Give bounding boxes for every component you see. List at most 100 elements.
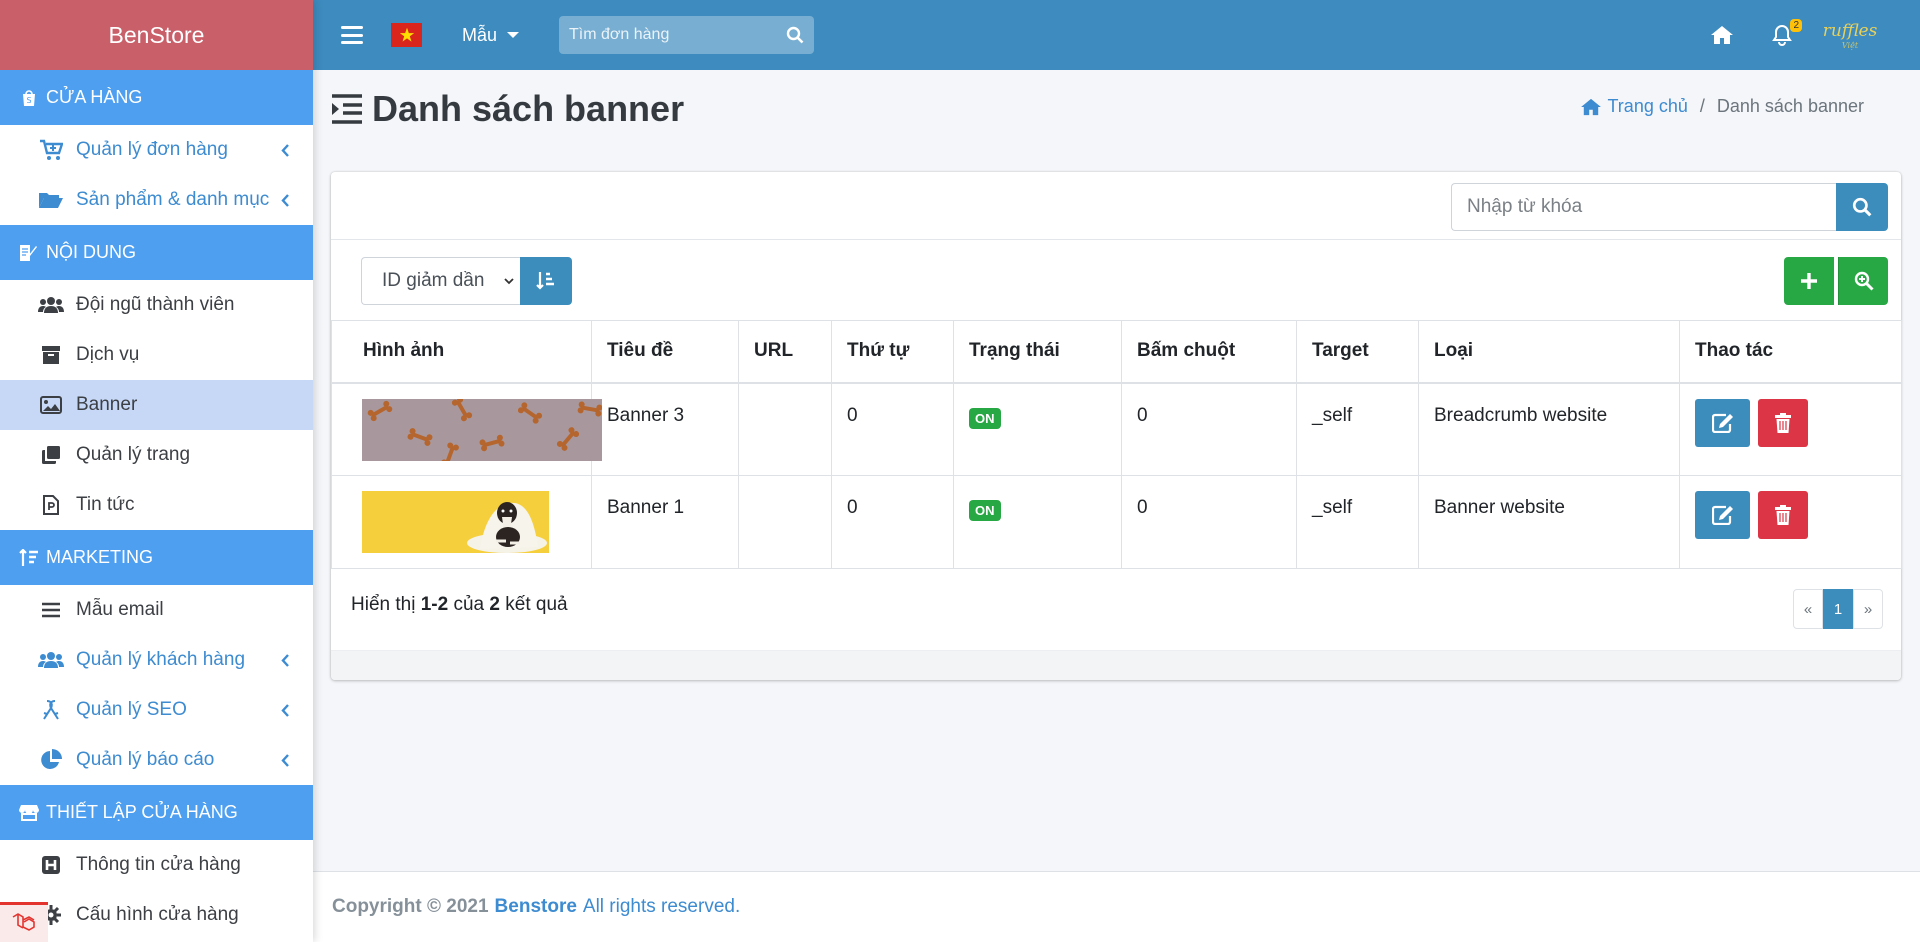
column-header[interactable]: Thứ tự [831, 320, 954, 384]
column-header[interactable]: URL [738, 320, 832, 384]
column-header[interactable]: Trạng thái [953, 320, 1122, 384]
pagination: « 1 » [1793, 589, 1883, 629]
column-header[interactable]: Tiêu đề [591, 320, 739, 384]
sidebar-item-label: Quản lý trang [76, 444, 191, 465]
chevron-left-icon [281, 753, 291, 767]
notification-count-badge: 2 [1790, 19, 1802, 32]
sidebar-item-seo[interactable]: Quản lý SEO [0, 685, 313, 735]
order-search-input[interactable] [559, 26, 777, 44]
status-cell: ON [953, 475, 1122, 569]
table-row: Banner 3 0 ON 0 _self Breadcrumb website [331, 382, 1902, 476]
sidebar-item-label: Dịch vụ [76, 344, 140, 365]
sidebar-item-label: Quản lý khách hàng [76, 649, 246, 670]
image-cell [331, 382, 602, 476]
pagination-prev[interactable]: « [1793, 589, 1823, 629]
advanced-search-button[interactable] [1838, 257, 1888, 305]
sort-select-value: ID giảm dần [382, 270, 485, 291]
section-header-thiet-lap: THIẾT LẬP CỬA HÀNG [0, 785, 313, 840]
banner-thumbnail-bones[interactable] [362, 398, 602, 461]
sidebar: BenStore S CỬA HÀNG Quản lý đơn hàng Sản… [0, 0, 313, 942]
sidebar-item-pages[interactable]: Quản lý trang [0, 430, 313, 480]
folder-open-icon [38, 188, 64, 212]
sidebar-item-label: Quản lý báo cáo [76, 749, 215, 770]
breadcrumb-home-label: Trang chủ [1607, 96, 1688, 116]
banner-table: Hình ảnh Tiêu đề URL Thứ tự Trạng thái B… [331, 320, 1902, 569]
logo-subtext: Việt [1841, 40, 1859, 50]
sidebar-item-label: Quản lý SEO [76, 699, 187, 720]
chevron-left-icon [281, 653, 291, 667]
summary-mid: của [453, 594, 485, 615]
bars-icon [38, 598, 64, 622]
keyword-search-input[interactable] [1451, 183, 1836, 231]
home-icon[interactable] [1708, 23, 1736, 47]
column-header[interactable]: Loại [1418, 320, 1680, 384]
sidebar-item-orders[interactable]: Quản lý đơn hàng [0, 125, 313, 175]
title-cell: Banner 1 [591, 475, 739, 569]
sidebar-item-services[interactable]: Dịch vụ [0, 330, 313, 380]
status-badge[interactable]: ON [969, 407, 1001, 429]
sidebar-item-reports[interactable]: Quản lý báo cáo [0, 735, 313, 785]
section-title: CỬA HÀNG [46, 87, 143, 107]
topbar-right: 2 ruffles Việt [1708, 0, 1920, 70]
user-avatar-logo[interactable]: ruffles Việt [1823, 7, 1878, 63]
breadcrumb-home[interactable]: Trang chủ [1580, 96, 1688, 117]
shopify-bag-icon: S [18, 87, 40, 109]
edit-button[interactable] [1695, 491, 1750, 539]
column-header[interactable]: Bấm chuột [1121, 320, 1297, 384]
laravel-debug-icon[interactable] [0, 902, 48, 942]
sort-select[interactable]: ID giảm dần [361, 257, 520, 305]
breadcrumb: Trang chủ / Danh sách banner [1580, 96, 1864, 117]
keyword-search-button[interactable] [1836, 183, 1888, 231]
column-header[interactable]: Target [1296, 320, 1419, 384]
order-search [559, 16, 815, 54]
pagination-page[interactable]: 1 [1823, 589, 1853, 629]
chevron-left-icon [281, 703, 291, 717]
breadcrumb-separator: / [1699, 96, 1705, 116]
sort-direction-button[interactable] [520, 257, 572, 305]
add-banner-button[interactable] [1784, 257, 1834, 305]
sidebar-item-email-templates[interactable]: Mẫu email [0, 585, 313, 635]
image-icon [38, 393, 64, 417]
notification-bell-icon[interactable]: 2 [1770, 19, 1802, 47]
actions-cell [1679, 382, 1902, 476]
summary-suffix: kết quả [505, 594, 568, 615]
brand-logo[interactable]: BenStore [0, 0, 313, 70]
sidebar-item-news[interactable]: Tin tức [0, 480, 313, 530]
trash-icon [1775, 412, 1791, 433]
section-header-noi-dung: NỘI DUNG [0, 225, 313, 280]
column-header[interactable]: Hình ảnh [331, 320, 592, 384]
status-badge[interactable]: ON [969, 500, 1001, 521]
sidebar-item-products[interactable]: Sản phẩm & danh mục [0, 175, 313, 225]
sidebar-item-banner[interactable]: Banner [0, 380, 313, 430]
search-icon[interactable] [776, 16, 814, 54]
caret-down-icon [507, 32, 520, 38]
menu-toggle-icon[interactable] [341, 26, 363, 44]
svg-text:S: S [27, 96, 32, 105]
delete-button[interactable] [1758, 398, 1808, 447]
cart-plus-icon [38, 138, 64, 162]
file-p-icon [38, 493, 64, 517]
vietnam-flag-icon[interactable] [391, 23, 422, 47]
edit-button[interactable] [1695, 398, 1750, 447]
banner-thumbnail-dog[interactable] [362, 491, 549, 553]
search-plus-icon [1854, 271, 1874, 291]
sidebar-item-team[interactable]: Đội ngũ thành viên [0, 280, 313, 330]
chevron-down-icon [504, 278, 514, 285]
summary-range-to: 2 [437, 594, 449, 615]
sidebar-item-customers[interactable]: Quản lý khách hàng [0, 635, 313, 685]
template-dropdown[interactable]: Mẫu [462, 25, 520, 46]
sidebar-item-label: Quản lý đơn hàng [76, 139, 228, 160]
type-cell: Breadcrumb website [1418, 382, 1680, 476]
delete-button[interactable] [1758, 491, 1808, 539]
table-header-row: Hình ảnh Tiêu đề URL Thứ tự Trạng thái B… [331, 320, 1902, 384]
result-summary: Hiển thị 1-2 của 2 kết quả [351, 594, 568, 616]
sidebar-item-store-info[interactable]: Thông tin cửa hàng [0, 840, 313, 890]
search-icon [1852, 197, 1872, 217]
card-bottom-bar [331, 650, 1901, 680]
image-cell [331, 475, 592, 569]
footer-brand-link[interactable]: Benstore [495, 896, 577, 918]
store-icon [18, 802, 40, 824]
section-title: THIẾT LẬP CỬA HÀNG [46, 802, 238, 822]
pagination-next[interactable]: » [1853, 589, 1883, 629]
target-cell: _self [1296, 382, 1419, 476]
